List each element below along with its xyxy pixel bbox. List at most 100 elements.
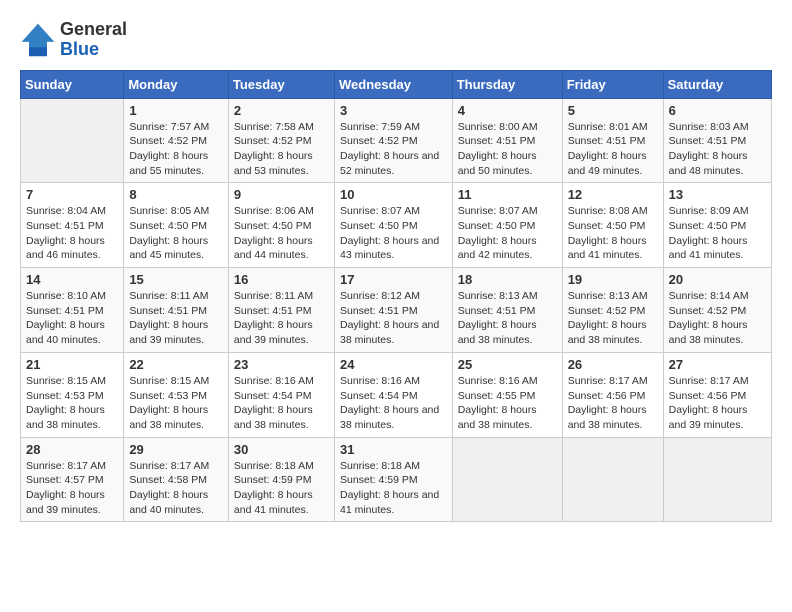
sunrise: Sunrise: 7:57 AM bbox=[129, 120, 223, 135]
daylight: Daylight: 8 hours and 38 minutes. bbox=[129, 403, 223, 432]
day-number: 11 bbox=[458, 187, 557, 202]
sunset: Sunset: 4:50 PM bbox=[568, 219, 658, 234]
week-row-1: 1 Sunrise: 7:57 AM Sunset: 4:52 PM Dayli… bbox=[21, 98, 772, 183]
sunset: Sunset: 4:56 PM bbox=[669, 389, 766, 404]
day-cell: 26 Sunrise: 8:17 AM Sunset: 4:56 PM Dayl… bbox=[562, 352, 663, 437]
day-info: Sunrise: 8:08 AM Sunset: 4:50 PM Dayligh… bbox=[568, 204, 658, 263]
daylight: Daylight: 8 hours and 45 minutes. bbox=[129, 234, 223, 263]
daylight: Daylight: 8 hours and 38 minutes. bbox=[340, 403, 447, 432]
sunrise: Sunrise: 8:17 AM bbox=[129, 459, 223, 474]
sunrise: Sunrise: 8:16 AM bbox=[340, 374, 447, 389]
daylight: Daylight: 8 hours and 38 minutes. bbox=[340, 318, 447, 347]
sunset: Sunset: 4:53 PM bbox=[129, 389, 223, 404]
sunrise: Sunrise: 8:10 AM bbox=[26, 289, 118, 304]
day-info: Sunrise: 7:58 AM Sunset: 4:52 PM Dayligh… bbox=[234, 120, 329, 179]
day-number: 27 bbox=[669, 357, 766, 372]
day-number: 24 bbox=[340, 357, 447, 372]
day-cell: 22 Sunrise: 8:15 AM Sunset: 4:53 PM Dayl… bbox=[124, 352, 229, 437]
day-info: Sunrise: 8:13 AM Sunset: 4:51 PM Dayligh… bbox=[458, 289, 557, 348]
sunset: Sunset: 4:58 PM bbox=[129, 473, 223, 488]
daylight: Daylight: 8 hours and 52 minutes. bbox=[340, 149, 447, 178]
sunrise: Sunrise: 8:08 AM bbox=[568, 204, 658, 219]
day-info: Sunrise: 8:15 AM Sunset: 4:53 PM Dayligh… bbox=[129, 374, 223, 433]
sunrise: Sunrise: 8:18 AM bbox=[234, 459, 329, 474]
day-info: Sunrise: 8:15 AM Sunset: 4:53 PM Dayligh… bbox=[26, 374, 118, 433]
daylight: Daylight: 8 hours and 38 minutes. bbox=[568, 318, 658, 347]
day-cell: 11 Sunrise: 8:07 AM Sunset: 4:50 PM Dayl… bbox=[452, 183, 562, 268]
day-number: 20 bbox=[669, 272, 766, 287]
day-info: Sunrise: 8:07 AM Sunset: 4:50 PM Dayligh… bbox=[458, 204, 557, 263]
sunrise: Sunrise: 8:11 AM bbox=[129, 289, 223, 304]
day-number: 3 bbox=[340, 103, 447, 118]
daylight: Daylight: 8 hours and 49 minutes. bbox=[568, 149, 658, 178]
day-header-monday: Monday bbox=[124, 70, 229, 98]
sunrise: Sunrise: 8:04 AM bbox=[26, 204, 118, 219]
day-cell: 18 Sunrise: 8:13 AM Sunset: 4:51 PM Dayl… bbox=[452, 268, 562, 353]
sunrise: Sunrise: 8:03 AM bbox=[669, 120, 766, 135]
daylight: Daylight: 8 hours and 38 minutes. bbox=[26, 403, 118, 432]
week-row-2: 7 Sunrise: 8:04 AM Sunset: 4:51 PM Dayli… bbox=[21, 183, 772, 268]
day-number: 10 bbox=[340, 187, 447, 202]
sunrise: Sunrise: 8:13 AM bbox=[568, 289, 658, 304]
sunrise: Sunrise: 8:00 AM bbox=[458, 120, 557, 135]
sunset: Sunset: 4:54 PM bbox=[340, 389, 447, 404]
calendar-table: SundayMondayTuesdayWednesdayThursdayFrid… bbox=[20, 70, 772, 523]
day-number: 4 bbox=[458, 103, 557, 118]
daylight: Daylight: 8 hours and 55 minutes. bbox=[129, 149, 223, 178]
day-number: 21 bbox=[26, 357, 118, 372]
day-number: 6 bbox=[669, 103, 766, 118]
day-header-friday: Friday bbox=[562, 70, 663, 98]
sunrise: Sunrise: 8:16 AM bbox=[234, 374, 329, 389]
day-info: Sunrise: 8:16 AM Sunset: 4:54 PM Dayligh… bbox=[340, 374, 447, 433]
sunrise: Sunrise: 8:16 AM bbox=[458, 374, 557, 389]
sunset: Sunset: 4:51 PM bbox=[458, 134, 557, 149]
daylight: Daylight: 8 hours and 41 minutes. bbox=[669, 234, 766, 263]
sunset: Sunset: 4:52 PM bbox=[129, 134, 223, 149]
day-info: Sunrise: 8:17 AM Sunset: 4:57 PM Dayligh… bbox=[26, 459, 118, 518]
day-number: 29 bbox=[129, 442, 223, 457]
sunset: Sunset: 4:54 PM bbox=[234, 389, 329, 404]
header-row: SundayMondayTuesdayWednesdayThursdayFrid… bbox=[21, 70, 772, 98]
sunrise: Sunrise: 8:18 AM bbox=[340, 459, 447, 474]
day-cell bbox=[562, 437, 663, 522]
sunset: Sunset: 4:59 PM bbox=[340, 473, 447, 488]
sunrise: Sunrise: 8:11 AM bbox=[234, 289, 329, 304]
day-number: 14 bbox=[26, 272, 118, 287]
logo-text: General Blue bbox=[60, 20, 127, 60]
sunset: Sunset: 4:51 PM bbox=[669, 134, 766, 149]
day-cell: 30 Sunrise: 8:18 AM Sunset: 4:59 PM Dayl… bbox=[228, 437, 334, 522]
sunrise: Sunrise: 8:12 AM bbox=[340, 289, 447, 304]
day-cell: 3 Sunrise: 7:59 AM Sunset: 4:52 PM Dayli… bbox=[334, 98, 452, 183]
sunrise: Sunrise: 8:05 AM bbox=[129, 204, 223, 219]
day-number: 28 bbox=[26, 442, 118, 457]
day-number: 18 bbox=[458, 272, 557, 287]
sunrise: Sunrise: 8:14 AM bbox=[669, 289, 766, 304]
day-number: 5 bbox=[568, 103, 658, 118]
day-number: 17 bbox=[340, 272, 447, 287]
day-number: 31 bbox=[340, 442, 447, 457]
day-info: Sunrise: 8:16 AM Sunset: 4:54 PM Dayligh… bbox=[234, 374, 329, 433]
day-cell bbox=[452, 437, 562, 522]
day-info: Sunrise: 7:57 AM Sunset: 4:52 PM Dayligh… bbox=[129, 120, 223, 179]
daylight: Daylight: 8 hours and 38 minutes. bbox=[458, 403, 557, 432]
day-info: Sunrise: 8:16 AM Sunset: 4:55 PM Dayligh… bbox=[458, 374, 557, 433]
day-number: 19 bbox=[568, 272, 658, 287]
day-cell: 27 Sunrise: 8:17 AM Sunset: 4:56 PM Dayl… bbox=[663, 352, 771, 437]
day-cell: 1 Sunrise: 7:57 AM Sunset: 4:52 PM Dayli… bbox=[124, 98, 229, 183]
day-info: Sunrise: 7:59 AM Sunset: 4:52 PM Dayligh… bbox=[340, 120, 447, 179]
day-number: 12 bbox=[568, 187, 658, 202]
day-header-saturday: Saturday bbox=[663, 70, 771, 98]
logo: General Blue bbox=[20, 20, 127, 60]
day-header-sunday: Sunday bbox=[21, 70, 124, 98]
sunset: Sunset: 4:53 PM bbox=[26, 389, 118, 404]
daylight: Daylight: 8 hours and 44 minutes. bbox=[234, 234, 329, 263]
day-cell: 2 Sunrise: 7:58 AM Sunset: 4:52 PM Dayli… bbox=[228, 98, 334, 183]
day-cell: 5 Sunrise: 8:01 AM Sunset: 4:51 PM Dayli… bbox=[562, 98, 663, 183]
day-info: Sunrise: 8:05 AM Sunset: 4:50 PM Dayligh… bbox=[129, 204, 223, 263]
day-cell: 6 Sunrise: 8:03 AM Sunset: 4:51 PM Dayli… bbox=[663, 98, 771, 183]
day-info: Sunrise: 8:09 AM Sunset: 4:50 PM Dayligh… bbox=[669, 204, 766, 263]
day-number: 15 bbox=[129, 272, 223, 287]
week-row-3: 14 Sunrise: 8:10 AM Sunset: 4:51 PM Dayl… bbox=[21, 268, 772, 353]
daylight: Daylight: 8 hours and 39 minutes. bbox=[669, 403, 766, 432]
day-number: 23 bbox=[234, 357, 329, 372]
